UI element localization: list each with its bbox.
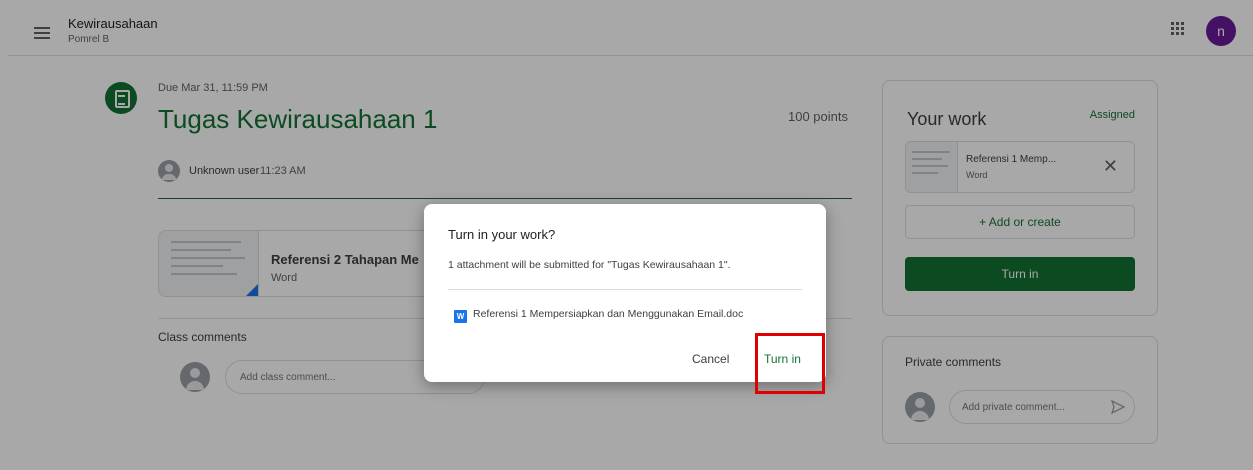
highlight-annotation-box xyxy=(755,333,825,394)
dialog-file-row: W Referensi 1 Mempersiapkan dan Menggunak… xyxy=(454,308,743,323)
dialog-file-name: Referensi 1 Mempersiapkan dan Menggunaka… xyxy=(473,308,744,320)
dialog-divider xyxy=(448,289,802,290)
dialog-title: Turn in your work? xyxy=(448,227,556,242)
dialog-message: 1 attachment will be submitted for "Tuga… xyxy=(448,259,731,271)
word-file-icon: W xyxy=(454,310,467,323)
cancel-button[interactable]: Cancel xyxy=(692,352,729,366)
